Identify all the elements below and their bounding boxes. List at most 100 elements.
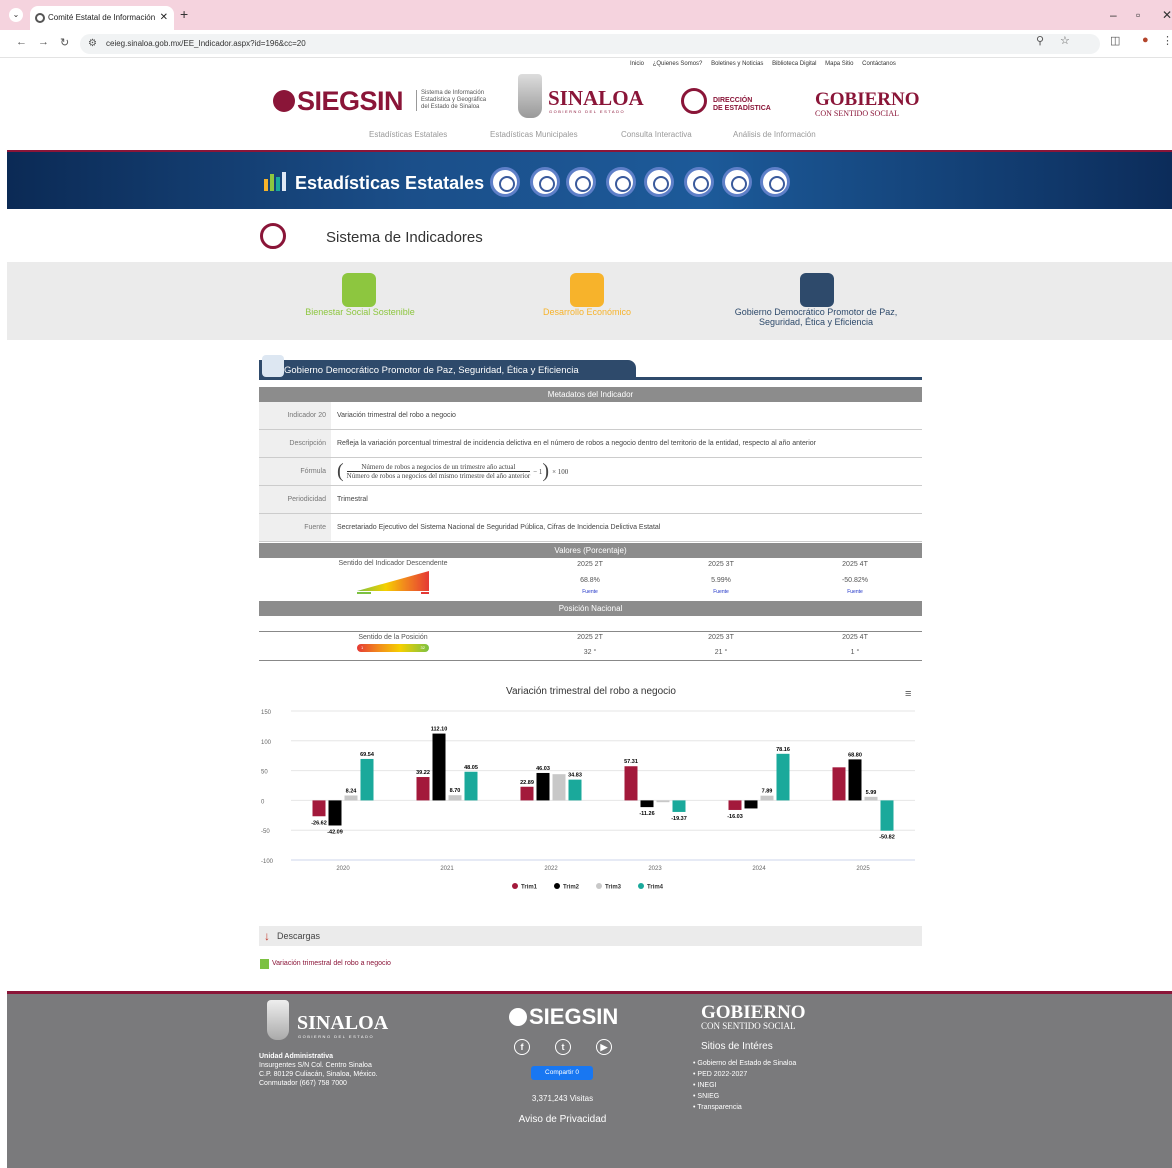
- nav-consulta-interactiva[interactable]: Consulta Interactiva: [621, 130, 692, 139]
- data-label: -42.09: [327, 829, 343, 835]
- bookmark-star-icon[interactable]: ☆: [1060, 34, 1070, 47]
- posicion-period: 2025 4T: [842, 634, 868, 641]
- category-institution-icon[interactable]: [606, 167, 636, 197]
- top-menu-biblioteca[interactable]: Biblioteca Digital: [772, 61, 816, 67]
- zoom-icon[interactable]: ⚲: [1036, 34, 1044, 47]
- top-menu-quienes[interactable]: ¿Quienes Somos?: [653, 61, 703, 67]
- axis-gobierno-link[interactable]: Gobierno Democrático Promotor de Paz, Se…: [696, 307, 936, 327]
- x-tick-label: 2020: [336, 866, 350, 872]
- data-label: 46.03: [536, 766, 550, 772]
- meta-key: Fórmula: [259, 458, 331, 485]
- valor-fuente-link[interactable]: Fuente: [681, 589, 761, 595]
- back-icon[interactable]: ←: [16, 36, 27, 48]
- gauge-high-mark: [421, 592, 429, 594]
- nav-analisis-informacion[interactable]: Análisis de Información: [733, 130, 816, 139]
- privacy-link[interactable]: Aviso de Privacidad: [0, 1114, 1125, 1125]
- position-bar-min: 1: [361, 645, 364, 650]
- sitio-link[interactable]: Gobierno del Estado de Sinaloa: [693, 1058, 796, 1069]
- close-window-icon[interactable]: ✕: [1162, 8, 1172, 22]
- close-tab-icon[interactable]: ✕: [160, 6, 168, 30]
- gobierno-icon[interactable]: [800, 273, 834, 307]
- y-tick-label: 100: [261, 740, 272, 746]
- address-line: Unidad Administrativa: [259, 1053, 334, 1060]
- share-button[interactable]: Compartir 0: [531, 1066, 593, 1080]
- y-tick-label: 150: [261, 710, 272, 716]
- footer-sinaloa-sub: GOBIERNO DEL ESTADO: [298, 1034, 375, 1039]
- sitio-link[interactable]: INEGI: [693, 1080, 796, 1091]
- sitio-link[interactable]: SNIEG: [693, 1091, 796, 1102]
- sitio-link[interactable]: Transparencia: [693, 1102, 796, 1113]
- x-tick-label: 2022: [544, 866, 558, 872]
- forward-icon[interactable]: →: [38, 36, 49, 48]
- tab-search-icon[interactable]: ⌄: [9, 8, 23, 22]
- direccion-line: DIRECCIÓN: [713, 97, 753, 104]
- paren-open: (: [337, 460, 344, 482]
- valor-fuente-link[interactable]: Fuente: [550, 589, 630, 595]
- browser-tab[interactable]: Comité Estatal de Información ✕: [30, 6, 174, 30]
- direccion-logo[interactable]: DIRECCIÓN DE ESTADÍSTICA: [713, 97, 771, 113]
- bienestar-icon[interactable]: [342, 273, 376, 307]
- legend-label: Trim3: [605, 885, 622, 891]
- browser-tabbar: ⌄ Comité Estatal de Información ✕ + – ▫ …: [0, 0, 1172, 30]
- nav-estadisticas-municipales[interactable]: Estadísticas Municipales: [490, 130, 578, 139]
- category-line-chart-icon[interactable]: [566, 167, 596, 197]
- y-tick-label: 0: [261, 799, 265, 805]
- sitio-link[interactable]: PED 2022-2027: [693, 1069, 796, 1080]
- y-tick-label: -100: [261, 859, 274, 865]
- valor-period: 2025 3T: [708, 561, 734, 568]
- bar: [416, 777, 430, 801]
- descending-gauge: [357, 571, 429, 591]
- reload-icon[interactable]: ↻: [60, 36, 69, 49]
- category-health-icon[interactable]: [530, 167, 560, 197]
- data-label: 112.10: [431, 727, 448, 733]
- axis-desarrollo-link[interactable]: Desarrollo Económico: [487, 307, 687, 317]
- sentido-posicion: Sentido de la Posición: [358, 634, 428, 641]
- paren-close: ): [542, 460, 550, 482]
- category-list-icon[interactable]: [760, 167, 790, 197]
- site-info-icon[interactable]: ⚙: [88, 34, 97, 54]
- footer-gobierno-sub: CON SENTIDO SOCIAL: [701, 1021, 796, 1031]
- category-bar-chart-icon[interactable]: [684, 167, 714, 197]
- address-line: C.P. 80129 Culiacán, Sinaloa, México.: [259, 1071, 378, 1078]
- metadata-header: Metadatos del Indicador: [259, 387, 922, 402]
- twitter-icon[interactable]: t: [555, 1039, 571, 1055]
- bar: [848, 759, 862, 801]
- valor-fuente-link[interactable]: Fuente: [815, 589, 895, 595]
- posicion-divider: [259, 631, 922, 632]
- address-bar[interactable]: ⚙ ceieg.sinaloa.gob.mx/EE_Indicador.aspx…: [80, 34, 1100, 54]
- chart-menu-icon[interactable]: ≡: [905, 688, 911, 700]
- desarrollo-icon[interactable]: [570, 273, 604, 307]
- sinaloa-logo[interactable]: SINALOA: [548, 86, 644, 111]
- data-label: -26.62: [311, 820, 327, 826]
- profile-avatar[interactable]: ●: [1142, 34, 1149, 46]
- bar: [360, 758, 374, 801]
- formula-denominator: Número de robos a negocios del mismo tri…: [346, 472, 531, 480]
- top-menu-boletines[interactable]: Boletines y Noticias: [711, 61, 763, 67]
- category-clock-icon[interactable]: [490, 167, 520, 197]
- minimize-icon[interactable]: –: [1110, 8, 1117, 22]
- siegsin-logo[interactable]: SIEGSIN: [273, 86, 404, 117]
- valor-period: 2025 2T: [577, 561, 603, 568]
- gobierno-logo[interactable]: GOBIERNO: [815, 89, 920, 111]
- axis-bienestar-link[interactable]: Bienestar Social Sostenible: [260, 307, 460, 317]
- category-money-icon[interactable]: [644, 167, 674, 197]
- new-tab-icon[interactable]: +: [180, 6, 188, 22]
- top-menu-inicio[interactable]: Inicio: [630, 61, 644, 67]
- bar: [832, 767, 846, 801]
- direccion-line: DE ESTADÍSTICA: [713, 105, 771, 112]
- top-menu-contacto[interactable]: Contáctanos: [862, 61, 896, 67]
- formula: ( Número de robos a negocios de un trime…: [337, 458, 568, 485]
- extensions-icon[interactable]: ◫: [1110, 34, 1120, 47]
- url-text: ceieg.sinaloa.gob.mx/EE_Indicador.aspx?i…: [106, 39, 306, 48]
- download-link[interactable]: Variación trimestral del robo a negocio: [272, 960, 391, 967]
- facebook-icon[interactable]: f: [514, 1039, 530, 1055]
- nav-estadisticas-estatales[interactable]: Estadísticas Estatales: [369, 130, 447, 139]
- category-tools-icon[interactable]: [722, 167, 752, 197]
- x-tick-label: 2023: [648, 866, 662, 872]
- restore-icon[interactable]: ▫: [1136, 8, 1140, 22]
- data-label: 5.99: [866, 790, 877, 796]
- browser-menu-icon[interactable]: ⋮: [1162, 34, 1172, 47]
- posicion-value: 1 °: [850, 649, 860, 656]
- top-menu-mapa[interactable]: Mapa Sitio: [825, 61, 853, 67]
- youtube-icon[interactable]: ▶: [596, 1039, 612, 1055]
